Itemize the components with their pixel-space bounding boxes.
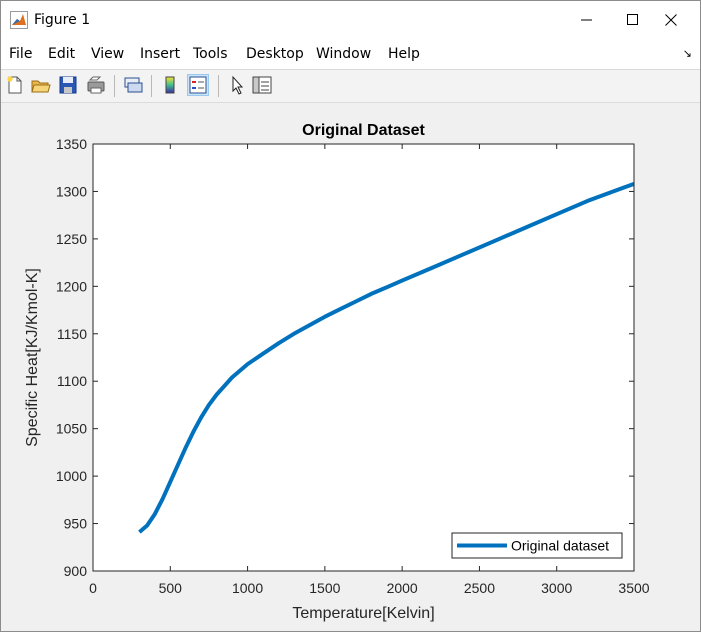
figure-toolbar [1,70,700,103]
x-tick-label: 2000 [387,580,418,596]
property-inspector-button[interactable] [251,74,273,96]
pointer-icon [232,75,244,95]
x-tick-label: 1000 [232,580,263,596]
pointer-button[interactable] [226,74,248,96]
y-tick-label: 1100 [57,373,87,389]
y-tick-label: 1050 [56,421,87,437]
colorbar-button[interactable] [159,74,181,96]
figure-window: Figure 1 File Edit View Insert Tools Des… [0,0,701,632]
y-tick-label: 1000 [56,468,87,484]
x-axis-label: Temperature[Kelvin] [292,605,434,622]
x-tick-label: 0 [89,580,97,596]
save-button[interactable] [57,74,79,96]
y-tick-label: 900 [64,563,88,579]
figure-canvas[interactable]: 0 500 1000 1500 2000 2500 3000 3500 900 950 1000 10… [1,103,700,631]
y-tick-label: 1200 [56,278,87,294]
link-plot-icon [124,77,143,93]
menu-insert[interactable]: Insert [140,46,180,62]
open-file-icon [31,80,51,93]
y-tick-label: 1300 [56,183,87,199]
menu-help[interactable]: Help [388,46,420,62]
toolbar-separator [114,75,115,97]
legend[interactable]: Original dataset [451,532,623,559]
menu-tools[interactable]: Tools [193,46,228,62]
y-axis-label: Specific Heat[KJ/Kmol-K] [24,268,41,447]
menu-overflow-arrow[interactable]: ↘ [683,47,692,60]
link-plot-button[interactable] [122,74,144,96]
x-tick-label: 1500 [309,580,340,596]
menu-bar: File Edit View Insert Tools Desktop Wind… [1,39,700,70]
y-tick-label: 1150 [57,326,87,342]
minimize-icon [581,19,592,21]
plot-area [93,144,634,571]
menu-edit[interactable]: Edit [48,46,75,62]
minimize-button[interactable] [564,1,610,39]
maximize-icon [627,14,638,25]
new-figure-button[interactable] [4,74,26,96]
legend-label: Original dataset [511,538,609,554]
x-tick-label: 2500 [464,580,495,596]
print-button[interactable] [85,74,107,96]
save-icon [59,76,77,94]
chart-title: Original Dataset [302,122,425,139]
property-inspector-icon [252,76,272,94]
chart: 0 500 1000 1500 2000 2500 3000 3500 900 950 1000 10… [24,122,650,622]
x-tick-label: 500 [159,580,183,596]
toolbar-separator [218,75,219,97]
menu-desktop[interactable]: Desktop [246,46,304,62]
x-tick-label: 3500 [618,580,649,596]
close-icon [665,14,677,26]
legend-button[interactable] [187,74,209,96]
menu-window[interactable]: Window [316,46,371,62]
y-tick-label: 1350 [56,136,87,152]
x-tick-label: 3000 [541,580,572,596]
y-tick-label: 950 [64,516,88,532]
menu-file[interactable]: File [9,46,32,62]
toolbar-separator [151,75,152,97]
print-icon [87,76,105,94]
matlab-icon [10,11,28,29]
close-button[interactable] [648,1,694,39]
menu-view[interactable]: View [91,46,124,62]
open-file-button[interactable] [30,74,52,96]
window-title: Figure 1 [34,12,91,28]
colorbar-icon [165,76,175,94]
title-bar: Figure 1 [1,1,700,39]
new-figure-icon [7,76,22,94]
legend-icon [189,76,207,94]
y-tick-label: 1250 [56,231,87,247]
